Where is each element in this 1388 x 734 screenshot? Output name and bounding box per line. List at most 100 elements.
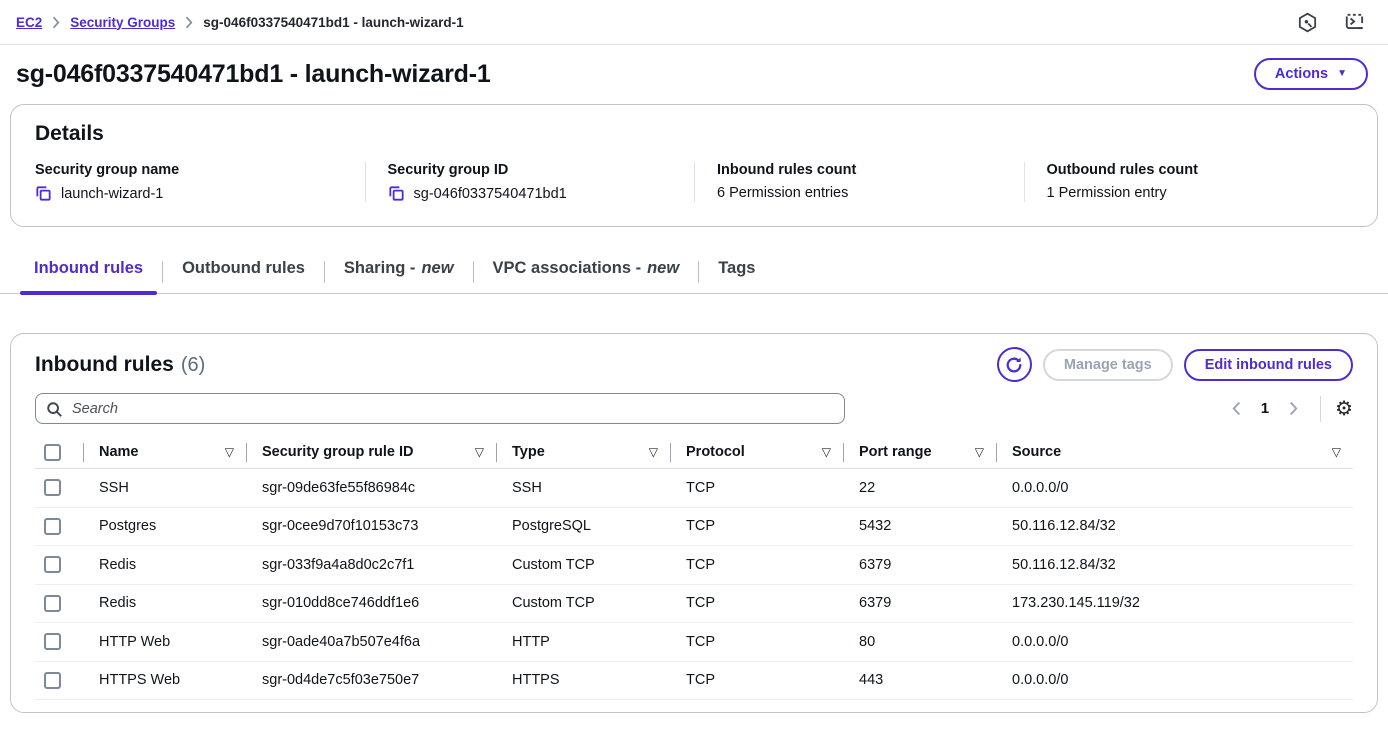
cell-protocol: TCP bbox=[670, 672, 843, 688]
column-header-port-range: Port range ▽ bbox=[843, 436, 996, 468]
search-box bbox=[35, 393, 845, 424]
cell-source: 50.116.12.84/32 bbox=[996, 557, 1353, 573]
row-checkbox[interactable] bbox=[44, 672, 61, 689]
row-checkbox[interactable] bbox=[44, 518, 61, 535]
breadcrumb-security-groups[interactable]: Security Groups bbox=[70, 15, 175, 30]
actions-button-label: Actions bbox=[1275, 66, 1328, 82]
filter-icon[interactable]: ▽ bbox=[225, 445, 234, 459]
filter-row: 1 ⚙ bbox=[35, 393, 1353, 424]
detail-value: 1 Permission entry bbox=[1047, 185, 1167, 201]
cell-name: Redis bbox=[83, 595, 246, 611]
tab-vpc-associations[interactable]: VPC associations - new bbox=[479, 251, 694, 293]
search-input[interactable] bbox=[35, 393, 845, 424]
next-page-button[interactable] bbox=[1281, 397, 1306, 420]
column-label: Protocol bbox=[686, 444, 745, 460]
detail-label: Security group ID bbox=[388, 162, 681, 178]
row-select-cell bbox=[35, 546, 83, 584]
filter-icon[interactable]: ▽ bbox=[822, 445, 831, 459]
table-row: HTTP Web sgr-0ade40a7b507e4f6a HTTP TCP … bbox=[35, 623, 1353, 662]
row-checkbox[interactable] bbox=[44, 479, 61, 496]
column-header-rule-id: Security group rule ID ▽ bbox=[246, 436, 496, 468]
detail-value: 6 Permission entries bbox=[717, 185, 848, 201]
copy-icon[interactable] bbox=[388, 185, 405, 202]
cell-name: HTTPS Web bbox=[83, 672, 246, 688]
detail-security-group-name: Security group name launch-wizard-1 bbox=[35, 162, 365, 202]
chevron-right-icon bbox=[52, 16, 60, 29]
caret-down-icon: ▼ bbox=[1337, 69, 1347, 79]
row-checkbox[interactable] bbox=[44, 633, 61, 650]
gear-icon[interactable]: ⚙ bbox=[1335, 399, 1353, 419]
cell-source: 0.0.0.0/0 bbox=[996, 634, 1353, 650]
table-actions: Manage tags Edit inbound rules bbox=[997, 347, 1353, 382]
refresh-button[interactable] bbox=[997, 347, 1032, 382]
refresh-icon bbox=[1005, 356, 1023, 374]
cell-port-range: 80 bbox=[843, 634, 996, 650]
row-select-cell bbox=[35, 662, 83, 700]
detail-label: Outbound rules count bbox=[1047, 162, 1340, 178]
details-heading: Details bbox=[35, 122, 1353, 146]
breadcrumb-ec2[interactable]: EC2 bbox=[16, 15, 42, 30]
column-header-name: Name ▽ bbox=[83, 436, 246, 468]
column-label: Security group rule ID bbox=[262, 444, 413, 460]
cell-protocol: TCP bbox=[670, 518, 843, 534]
page-header: sg-046f0337540471bd1 - launch-wizard-1 A… bbox=[0, 45, 1388, 100]
detail-security-group-id: Security group ID sg-046f0337540471bd1 bbox=[365, 162, 695, 202]
cell-rule-id: sgr-0ade40a7b507e4f6a bbox=[246, 634, 496, 650]
tab-outbound-rules[interactable]: Outbound rules bbox=[168, 251, 319, 293]
filter-icon[interactable]: ▽ bbox=[475, 445, 484, 459]
actions-button[interactable]: Actions ▼ bbox=[1254, 58, 1368, 90]
table-title-group: Inbound rules (6) bbox=[35, 353, 205, 377]
filter-icon[interactable]: ▽ bbox=[1332, 445, 1341, 459]
column-label: Port range bbox=[859, 444, 932, 460]
tab-inbound-rules[interactable]: Inbound rules bbox=[20, 251, 157, 293]
cell-type: PostgreSQL bbox=[496, 518, 670, 534]
manage-tags-button[interactable]: Manage tags bbox=[1043, 349, 1173, 381]
copy-icon[interactable] bbox=[35, 185, 52, 202]
detail-value: launch-wizard-1 bbox=[61, 186, 163, 202]
tab-divider bbox=[324, 261, 325, 283]
tab-label: Inbound rules bbox=[34, 259, 143, 278]
tab-sharing[interactable]: Sharing - new bbox=[330, 251, 468, 293]
row-select-cell bbox=[35, 508, 83, 546]
row-checkbox[interactable] bbox=[44, 556, 61, 573]
breadcrumb-current: sg-046f0337540471bd1 - launch-wizard-1 bbox=[203, 15, 463, 30]
filter-icon[interactable]: ▽ bbox=[649, 445, 658, 459]
table-count: (6) bbox=[181, 354, 205, 377]
tab-label: VPC associations - bbox=[493, 259, 642, 278]
current-page[interactable]: 1 bbox=[1253, 400, 1277, 417]
previous-page-button[interactable] bbox=[1224, 397, 1249, 420]
manage-tags-label: Manage tags bbox=[1064, 357, 1152, 373]
cell-rule-id: sgr-0d4de7c5f03e750e7 bbox=[246, 672, 496, 688]
cell-port-range: 22 bbox=[843, 480, 996, 496]
detail-value: sg-046f0337540471bd1 bbox=[414, 186, 567, 202]
filter-icon[interactable]: ▽ bbox=[975, 445, 984, 459]
row-select-cell bbox=[35, 469, 83, 507]
select-all-checkbox[interactable] bbox=[44, 444, 61, 461]
cell-protocol: TCP bbox=[670, 595, 843, 611]
tab-label: Tags bbox=[718, 259, 755, 278]
table-row: HTTPS Web sgr-0d4de7c5f03e750e7 HTTPS TC… bbox=[35, 662, 1353, 701]
tab-tags[interactable]: Tags bbox=[704, 251, 769, 293]
column-header-source: Source ▽ bbox=[996, 436, 1353, 468]
column-header-type: Type ▽ bbox=[496, 436, 670, 468]
cell-source: 50.116.12.84/32 bbox=[996, 518, 1353, 534]
cloudshell-icon[interactable] bbox=[1344, 12, 1366, 32]
cell-type: SSH bbox=[496, 480, 670, 496]
detail-inbound-rules-count: Inbound rules count 6 Permission entries bbox=[694, 162, 1024, 202]
amazon-q-icon[interactable] bbox=[1297, 12, 1318, 33]
cell-type: Custom TCP bbox=[496, 557, 670, 573]
details-card: Details Security group name launch-wizar… bbox=[10, 104, 1378, 227]
row-checkbox[interactable] bbox=[44, 595, 61, 612]
chevron-right-icon bbox=[185, 16, 193, 29]
row-select-cell bbox=[35, 623, 83, 661]
cell-rule-id: sgr-0cee9d70f10153c73 bbox=[246, 518, 496, 534]
edit-inbound-rules-button[interactable]: Edit inbound rules bbox=[1184, 349, 1353, 381]
breadcrumb: EC2 Security Groups sg-046f0337540471bd1… bbox=[16, 15, 464, 30]
cell-port-range: 6379 bbox=[843, 557, 996, 573]
detail-outbound-rules-count: Outbound rules count 1 Permission entry bbox=[1024, 162, 1354, 202]
tab-divider bbox=[698, 261, 699, 283]
cell-type: HTTPS bbox=[496, 672, 670, 688]
cell-rule-id: sgr-033f9a4a8d0c2c7f1 bbox=[246, 557, 496, 573]
tab-label: Outbound rules bbox=[182, 259, 305, 278]
cell-protocol: TCP bbox=[670, 557, 843, 573]
